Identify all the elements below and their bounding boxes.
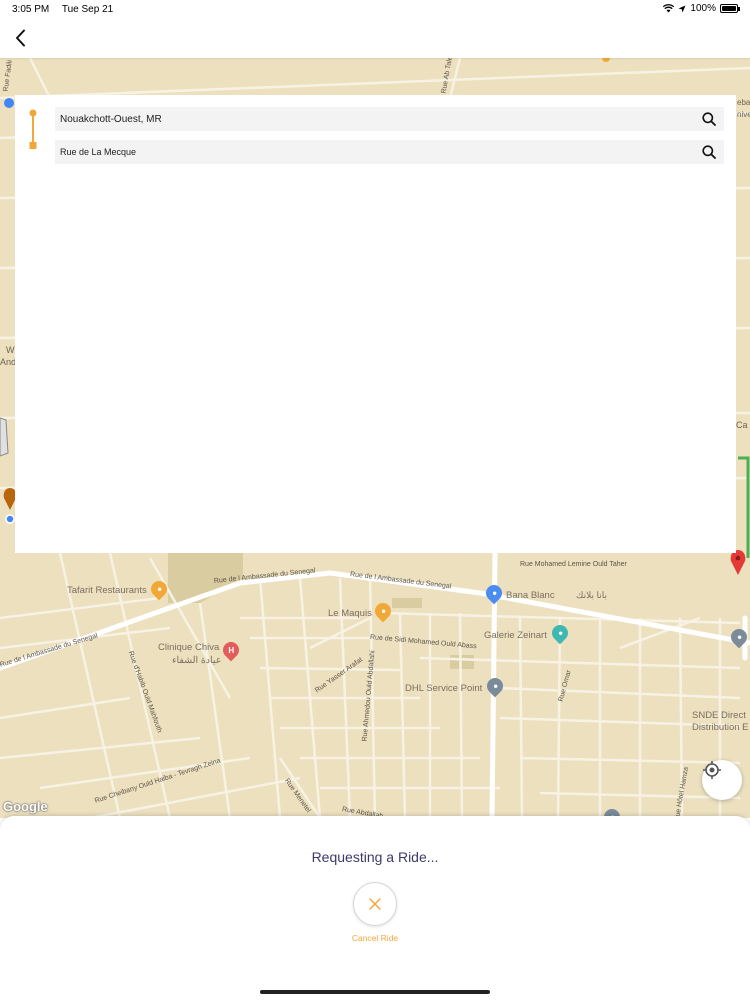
poi-label-maquis[interactable]: Le Maquis	[328, 608, 372, 619]
status-time: 3:05 PM	[12, 4, 50, 15]
search-icon	[702, 112, 716, 126]
poi-label-tafarit[interactable]: Tafarit Restaurants	[67, 585, 147, 596]
route-search-panel: Nouakchott-Ouest, MR Rue de La Mecque	[15, 95, 736, 553]
location-arrow-icon	[678, 5, 686, 12]
back-button[interactable]	[6, 24, 34, 52]
status-bar: 3:05 PM Tue Sep 21 100%	[0, 0, 750, 20]
park-area	[392, 598, 422, 608]
battery-icon	[720, 4, 740, 13]
status-date: Tue Sep 21	[61, 4, 114, 15]
poi-label-clinique-ar: عيادة الشفاء	[172, 655, 222, 666]
ride-status-title: Requesting a Ride...	[311, 849, 439, 865]
cancel-ride-button[interactable]	[353, 882, 397, 926]
nav-bar	[0, 20, 750, 58]
battery-percent: 100%	[690, 3, 716, 14]
car-marker	[0, 417, 9, 457]
search-icon	[702, 145, 716, 159]
poi-label-bana-blanc[interactable]: Bana Blanc	[506, 590, 555, 601]
poi-label-snde-2: Distribution E	[692, 722, 749, 733]
cancel-ride-label[interactable]: Cancel Ride	[0, 933, 750, 943]
park-area	[450, 655, 474, 669]
destination-pin	[730, 550, 746, 575]
google-logo: Google	[3, 799, 48, 814]
route-indicator-icon	[29, 109, 37, 149]
ride-request-sheet: Requesting a Ride... Cancel Ride	[0, 816, 750, 1000]
route-line	[738, 456, 750, 558]
dropoff-search-button[interactable]	[694, 145, 724, 159]
poi-marker-orange	[602, 58, 610, 62]
map-label-w: W	[6, 345, 15, 355]
pickup-input[interactable]: Nouakchott-Ouest, MR	[55, 114, 694, 125]
wifi-icon	[663, 4, 675, 13]
current-location-dot	[5, 514, 15, 524]
poi-label-snde-1[interactable]: SNDE Direct	[692, 710, 746, 721]
poi-label-clinique[interactable]: Clinique Chiva	[158, 642, 219, 653]
map-label-eba: eba	[737, 98, 750, 107]
map-label-univ: nive	[737, 110, 750, 119]
poi-label-galerie[interactable]: Galerie Zeinart	[484, 630, 547, 641]
dropoff-input[interactable]: Rue de La Mecque	[55, 147, 694, 157]
poi-marker-blue	[4, 98, 14, 108]
map-label-ca: Ca	[736, 420, 748, 430]
chevron-left-icon	[16, 29, 25, 47]
poi-label-dhl[interactable]: DHL Service Point	[405, 683, 482, 694]
poi-label-bana-blanc-ar: بانا بلانك	[576, 590, 607, 600]
street-label: Rue Mohamed Lemine Ould Taher	[520, 561, 627, 568]
map-label-and: And	[0, 357, 17, 367]
home-indicator[interactable]	[260, 990, 490, 994]
pickup-search-field[interactable]: Nouakchott-Ouest, MR	[55, 107, 724, 131]
crosshair-icon	[703, 761, 721, 779]
close-icon	[369, 898, 381, 910]
locate-me-button[interactable]	[702, 760, 742, 800]
dropoff-search-field[interactable]: Rue de La Mecque	[55, 140, 724, 164]
pickup-search-button[interactable]	[694, 112, 724, 126]
